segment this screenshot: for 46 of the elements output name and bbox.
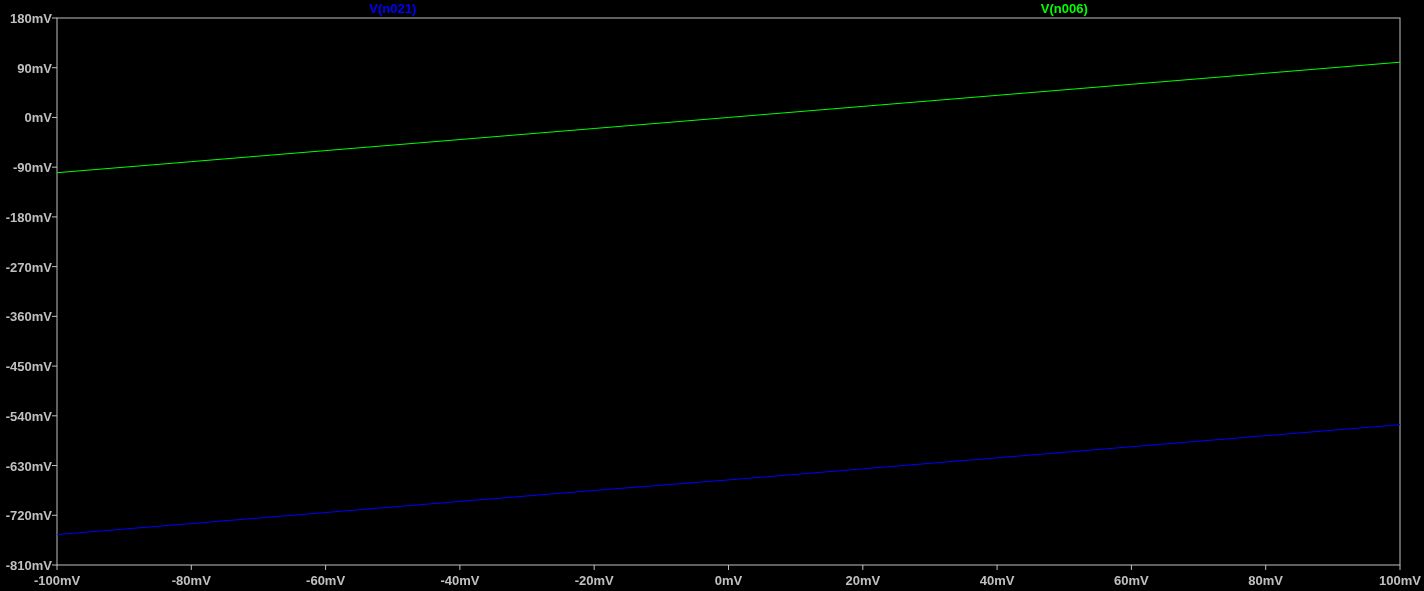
axis-label: -450mV bbox=[5, 359, 52, 375]
axis-label: -180mV bbox=[5, 209, 52, 225]
axis-label: 20mV bbox=[845, 573, 881, 588]
axis-label: -810mV bbox=[5, 558, 52, 573]
axis-label: 40mV bbox=[979, 573, 1015, 588]
trace-label: V(n006) bbox=[1040, 1, 1088, 16]
axis-label: 0mV bbox=[24, 110, 52, 126]
axis-label: -90mV bbox=[12, 160, 52, 176]
tick-mark bbox=[51, 266, 58, 268]
axis-label: -270mV bbox=[5, 259, 52, 275]
tick-mark bbox=[862, 564, 864, 571]
trace-label: V(n021) bbox=[369, 1, 417, 16]
axis-label: 90mV bbox=[17, 60, 52, 76]
axis-label: -720mV bbox=[5, 508, 52, 524]
tick-mark bbox=[51, 514, 58, 516]
tick-mark bbox=[593, 564, 595, 571]
tick-mark bbox=[1265, 564, 1267, 571]
axis-label: -20mV bbox=[574, 573, 614, 588]
tick-mark bbox=[51, 166, 58, 168]
tick-mark bbox=[1130, 564, 1132, 571]
axis-label: 60mV bbox=[1114, 573, 1149, 588]
axis-label: 180mV bbox=[10, 11, 52, 26]
tick-mark bbox=[51, 465, 58, 467]
tick-mark bbox=[459, 564, 461, 571]
tick-mark bbox=[51, 116, 58, 118]
tick-mark bbox=[51, 365, 58, 367]
tick-mark bbox=[996, 564, 998, 571]
axis-label: -60mV bbox=[306, 573, 346, 588]
axis-label: -80mV bbox=[171, 573, 211, 588]
tick-mark bbox=[51, 67, 58, 69]
tick-mark bbox=[51, 315, 58, 317]
tick-mark bbox=[51, 17, 58, 19]
axis-label: -630mV bbox=[5, 458, 52, 474]
tick-mark bbox=[728, 564, 729, 571]
tick-mark bbox=[51, 216, 58, 218]
tick-mark bbox=[325, 564, 327, 571]
axis-label: -100mV bbox=[33, 573, 81, 588]
axis-label: 100mV bbox=[1379, 573, 1421, 588]
axis-label: 0mV bbox=[714, 573, 743, 588]
tick-mark bbox=[190, 564, 192, 571]
axis-label: -540mV bbox=[5, 408, 52, 424]
tick-mark bbox=[1399, 564, 1401, 571]
tick-mark bbox=[51, 415, 58, 417]
axis-label: 80mV bbox=[1248, 573, 1284, 588]
axis-label: -40mV bbox=[440, 573, 480, 588]
axis-label: -360mV bbox=[5, 309, 52, 325]
